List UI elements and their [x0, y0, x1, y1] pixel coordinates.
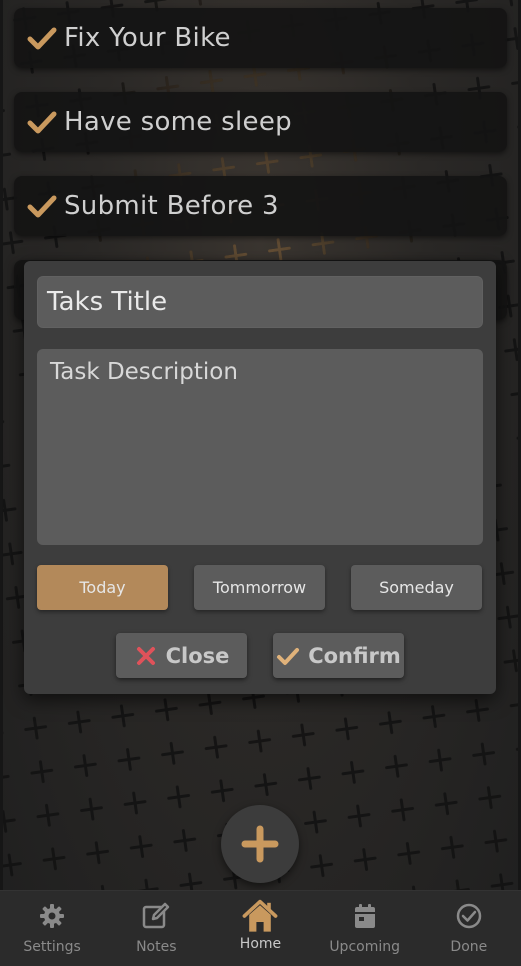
- someday-label: Someday: [379, 578, 454, 597]
- task-description-input[interactable]: Task Description: [37, 349, 483, 545]
- tab-notes[interactable]: Notes: [104, 891, 208, 966]
- check-circle-icon: [456, 903, 482, 929]
- gear-icon: [40, 904, 65, 928]
- task-item[interactable]: Submit Before 3: [14, 176, 507, 236]
- tab-home[interactable]: Home: [208, 891, 312, 966]
- edit-icon: [143, 902, 170, 929]
- tab-label: Upcoming: [329, 939, 400, 955]
- task-title-value: Taks Title: [47, 287, 168, 317]
- tab-done[interactable]: Done: [417, 891, 521, 966]
- confirm-button[interactable]: Confirm: [273, 633, 404, 678]
- task-title-input[interactable]: Taks Title: [37, 276, 483, 328]
- close-label: Close: [165, 643, 230, 668]
- confirm-label: Confirm: [308, 643, 401, 668]
- task-label: Submit Before 3: [64, 191, 279, 221]
- tab-upcoming[interactable]: Upcoming: [313, 891, 417, 966]
- someday-button[interactable]: Someday: [351, 565, 482, 610]
- task-item[interactable]: Fix Your Bike: [14, 8, 507, 68]
- today-label: Today: [79, 578, 126, 597]
- left-frame: [0, 0, 3, 965]
- task-item[interactable]: Have some sleep: [14, 92, 507, 152]
- today-button[interactable]: Today: [37, 565, 168, 610]
- tab-label: Notes: [136, 939, 177, 955]
- bottom-tab-bar: Settings Notes Home Upcoming Done: [0, 890, 521, 966]
- task-label: Fix Your Bike: [64, 23, 231, 53]
- add-task-button[interactable]: [221, 805, 299, 883]
- tab-settings[interactable]: Settings: [0, 891, 104, 966]
- home-icon: [243, 899, 278, 932]
- calendar-icon: [354, 904, 375, 928]
- close-icon: [136, 646, 155, 665]
- tab-label: Done: [450, 939, 488, 955]
- tomorrow-label: Tommorrow: [212, 578, 307, 597]
- check-icon[interactable]: [26, 106, 58, 138]
- tab-label: Settings: [23, 939, 81, 955]
- check-icon[interactable]: [26, 190, 58, 222]
- tab-label: Home: [239, 936, 282, 952]
- check-icon: [277, 647, 300, 665]
- task-description-value: Task Description: [50, 359, 238, 385]
- close-button[interactable]: Close: [116, 633, 247, 678]
- plus-icon: [241, 825, 279, 863]
- tomorrow-button[interactable]: Tommorrow: [194, 565, 325, 610]
- task-label: Have some sleep: [64, 107, 292, 137]
- add-task-dialog: Taks Title Task Description Today Tommor…: [24, 261, 496, 694]
- check-icon[interactable]: [26, 22, 58, 54]
